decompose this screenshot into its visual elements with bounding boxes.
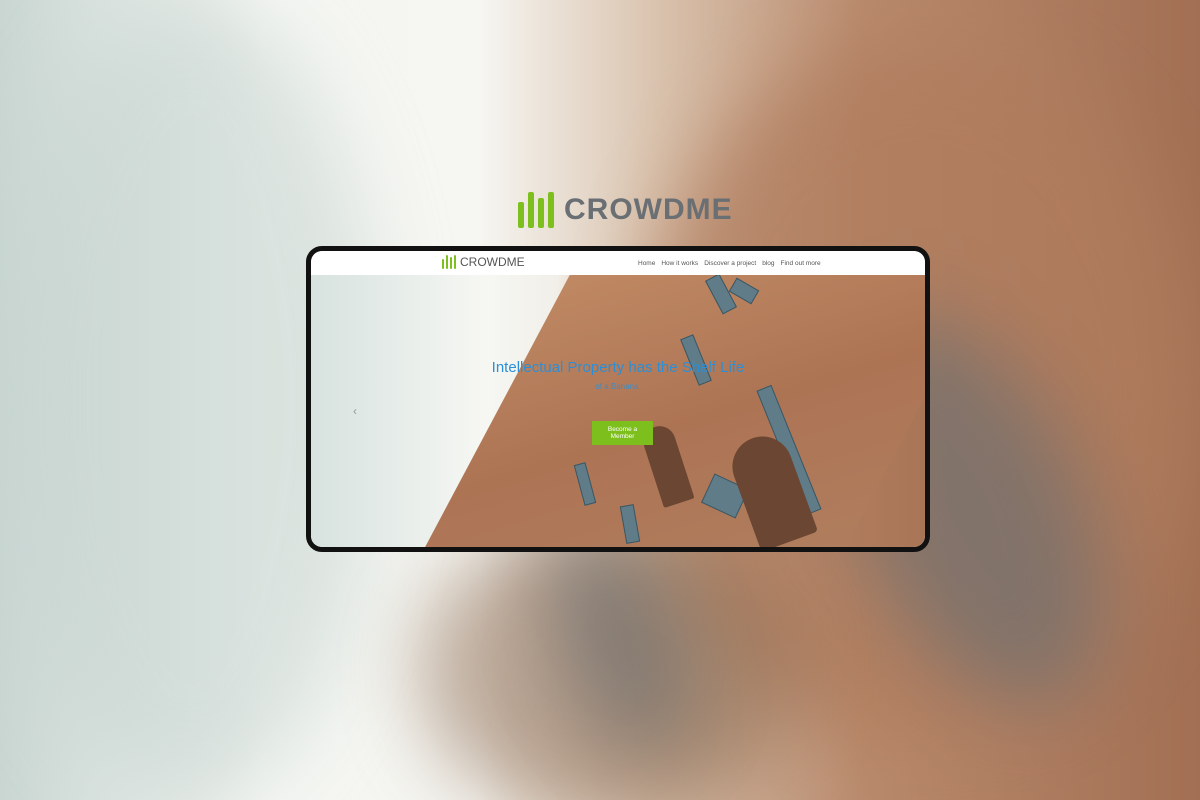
website-preview: CROWDME Home How it works Discover a pro… bbox=[311, 251, 925, 547]
bar-chart-icon bbox=[442, 255, 456, 269]
become-member-button[interactable]: Become a Member bbox=[592, 421, 653, 445]
site-nav: Home How it works Discover a project blo… bbox=[638, 251, 821, 275]
nav-how-it-works[interactable]: How it works bbox=[661, 260, 698, 267]
nav-blog[interactable]: blog bbox=[762, 260, 774, 267]
device-frame: CROWDME Home How it works Discover a pro… bbox=[306, 246, 930, 552]
site-navbar: CROWDME Home How it works Discover a pro… bbox=[311, 251, 925, 275]
site-logo[interactable]: CROWDME bbox=[442, 255, 525, 269]
large-logo-text: CROWDME bbox=[564, 193, 733, 226]
large-logo: CROWDME bbox=[518, 190, 733, 230]
nav-find-out-more[interactable]: Find out more bbox=[781, 260, 821, 267]
carousel-prev-arrow[interactable]: ‹ bbox=[353, 404, 357, 418]
hero-section: ‹ Intellectual Property has the Shelf Li… bbox=[311, 275, 925, 547]
hero-title: Intellectual Property has the Shelf Life bbox=[491, 359, 745, 376]
hero-subtitle: of a Banana. bbox=[595, 382, 641, 391]
nav-discover-project[interactable]: Discover a project bbox=[704, 260, 756, 267]
building-wall-image bbox=[399, 275, 925, 547]
bar-chart-icon bbox=[518, 192, 554, 228]
nav-home[interactable]: Home bbox=[638, 260, 655, 267]
site-logo-text: CROWDME bbox=[460, 255, 525, 269]
